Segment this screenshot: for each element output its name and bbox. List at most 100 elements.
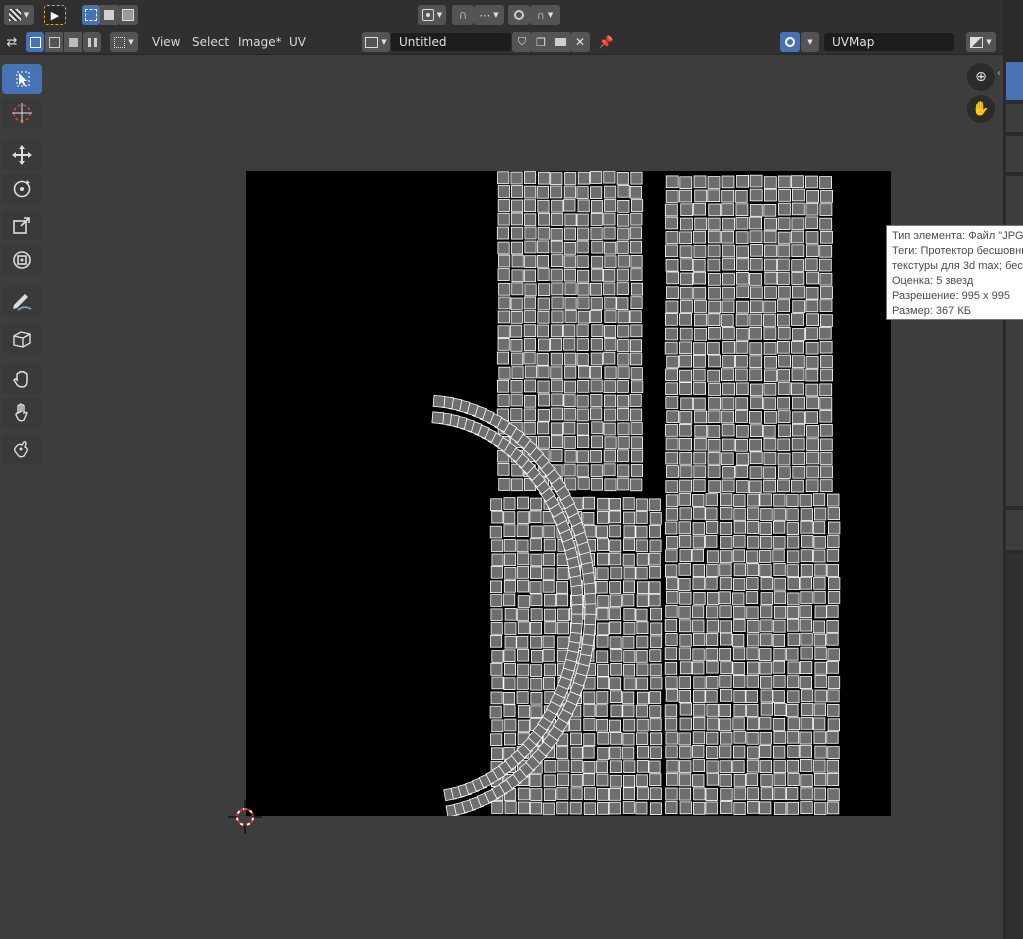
magnet-icon: ∩ <box>458 8 468 22</box>
uv-image-canvas[interactable] <box>246 171 891 816</box>
3d-cursor-icon <box>12 103 32 123</box>
proportional-editing-button[interactable] <box>508 5 530 25</box>
tooltip-line: Оценка: 5 звезд <box>892 275 974 287</box>
hand-grab-icon <box>13 370 28 388</box>
face-select-button[interactable] <box>64 32 82 52</box>
sidebar-panel <box>1006 554 1023 939</box>
image-name-field[interactable]: Untitled <box>391 33 511 51</box>
image-icon <box>365 36 379 48</box>
unlink-image-button[interactable]: ✕ <box>570 32 590 52</box>
new-image-button[interactable]: ❐ <box>532 32 550 52</box>
edge-select-icon <box>48 36 60 48</box>
relax-tool[interactable] <box>2 398 42 428</box>
uv-sync-button[interactable] <box>780 32 800 52</box>
uv-map-field[interactable]: UVMap <box>824 33 954 51</box>
vertex-select-icon <box>29 36 41 48</box>
chevron-down-icon: ▼ <box>807 38 813 46</box>
right-panel-edge <box>1003 0 1023 939</box>
sticky-select-icon <box>114 36 126 48</box>
zoom-icon: ⊕ <box>975 69 987 85</box>
selection-subtract-button[interactable] <box>118 5 138 25</box>
hand-relax-icon <box>15 403 28 422</box>
falloff-button[interactable]: ∩ ▼ <box>530 5 560 25</box>
duplicate-icon: ❐ <box>536 35 546 49</box>
scale-icon <box>13 217 30 234</box>
falloff-curve-icon: ∩ <box>536 8 545 22</box>
transform-icon <box>13 251 31 269</box>
pin-button[interactable]: 📌 <box>596 32 616 52</box>
snap-target-button[interactable]: ⋯ ▼ <box>474 5 504 25</box>
island-select-button[interactable] <box>83 32 101 52</box>
pencil-icon <box>13 294 32 311</box>
pin-icon: 📌 <box>598 35 614 49</box>
select-mode-button[interactable]: ▶ <box>44 5 66 25</box>
checker-grid-icon <box>8 9 21 21</box>
image-icon <box>970 36 984 48</box>
sidebar-panel <box>1006 510 1023 550</box>
menu-select[interactable]: Select <box>192 34 229 50</box>
sidebar-toggle-icon[interactable]: ‹ <box>997 68 1001 79</box>
selection-extend-button[interactable] <box>100 5 118 25</box>
face-select-icon <box>68 37 78 47</box>
cursor-arrow-icon <box>16 71 30 87</box>
select-new-icon <box>85 9 97 21</box>
chevron-down-icon: ▼ <box>23 11 30 19</box>
uv-map-dropdown[interactable]: ▼ <box>801 32 819 52</box>
header-bottom: ⇄ ▼ View Select Image* UV ▼ Untitled ⛉ ❐… <box>0 30 1003 55</box>
tooltip-line: Тип элемента: Файл "JPG" <box>892 230 1023 242</box>
editor-type-button[interactable]: ▼ <box>4 5 34 25</box>
display-channels-button[interactable]: ▼ <box>966 32 996 52</box>
select-extend-icon <box>104 10 114 20</box>
pan-button[interactable]: ✋ <box>967 95 995 123</box>
selection-new-button[interactable] <box>82 5 100 25</box>
chevron-down-icon: ▼ <box>381 38 387 46</box>
cursor-arrow-icon: ▶ <box>50 8 60 22</box>
tooltip-line: Разрешение: 995 x 995 <box>892 290 1010 302</box>
edge-select-button[interactable] <box>45 32 63 52</box>
menu-uv[interactable]: UV <box>289 34 306 50</box>
rotate-tool[interactable] <box>2 174 42 204</box>
sidebar-tab[interactable] <box>1006 104 1023 132</box>
file-info-tooltip: Тип элемента: Файл "JPG" Теги: Протектор… <box>886 225 1023 320</box>
move-arrows-icon <box>12 145 32 165</box>
pivot-icon <box>421 9 434 21</box>
browse-image-button[interactable]: ▼ <box>362 32 390 52</box>
scale-tool[interactable] <box>2 210 42 240</box>
transform-tool[interactable] <box>2 245 42 275</box>
move-tool[interactable] <box>2 140 42 170</box>
menu-view[interactable]: View <box>152 34 180 50</box>
vertex-select-button[interactable] <box>26 32 44 52</box>
pivot-point-button[interactable]: ▼ <box>418 5 446 25</box>
select-subtract-icon <box>122 9 134 21</box>
zoom-button[interactable]: ⊕ <box>967 63 995 91</box>
rotate-icon <box>13 180 31 198</box>
chevron-down-icon: ▼ <box>493 11 499 19</box>
snap-grid-icon: ⋯ <box>479 8 491 22</box>
sidebar-tab[interactable] <box>1006 136 1023 172</box>
sync-arrows-icon: ⇄ <box>6 34 18 50</box>
menu-image[interactable]: Image* <box>238 34 282 50</box>
tooltip-line: Размер: 367 КБ <box>892 305 971 317</box>
sticky-selection-button[interactable]: ▼ <box>110 32 138 52</box>
chevron-down-icon: ▼ <box>436 11 443 19</box>
folder-icon <box>554 38 566 46</box>
proportional-icon <box>514 10 524 20</box>
tooltip-line: Теги: Протектор бесшовный <box>892 245 1023 257</box>
cursor-tool[interactable] <box>2 98 42 128</box>
pinch-tool[interactable] <box>2 434 42 464</box>
2d-cursor-icon[interactable] <box>228 800 262 834</box>
grab-tool[interactable] <box>2 364 42 394</box>
uv-map-icon <box>785 37 795 47</box>
hand-pinch-icon <box>13 441 28 458</box>
pan-hand-icon: ✋ <box>972 101 990 117</box>
rip-region-tool[interactable] <box>2 324 42 354</box>
tweak-tool[interactable] <box>2 64 42 94</box>
sidebar-tab-active[interactable] <box>1006 62 1023 100</box>
open-image-button[interactable] <box>550 32 570 52</box>
annotate-tool[interactable] <box>2 286 42 316</box>
chevron-down-icon: ▼ <box>986 38 992 46</box>
snap-toggle-button[interactable]: ∩ <box>452 5 474 25</box>
tooltip-line: текстуры для 3d max; бесшовные <box>892 260 1023 272</box>
sync-selection-button[interactable]: ⇄ <box>2 32 22 52</box>
fake-user-button[interactable]: ⛉ <box>512 32 532 52</box>
